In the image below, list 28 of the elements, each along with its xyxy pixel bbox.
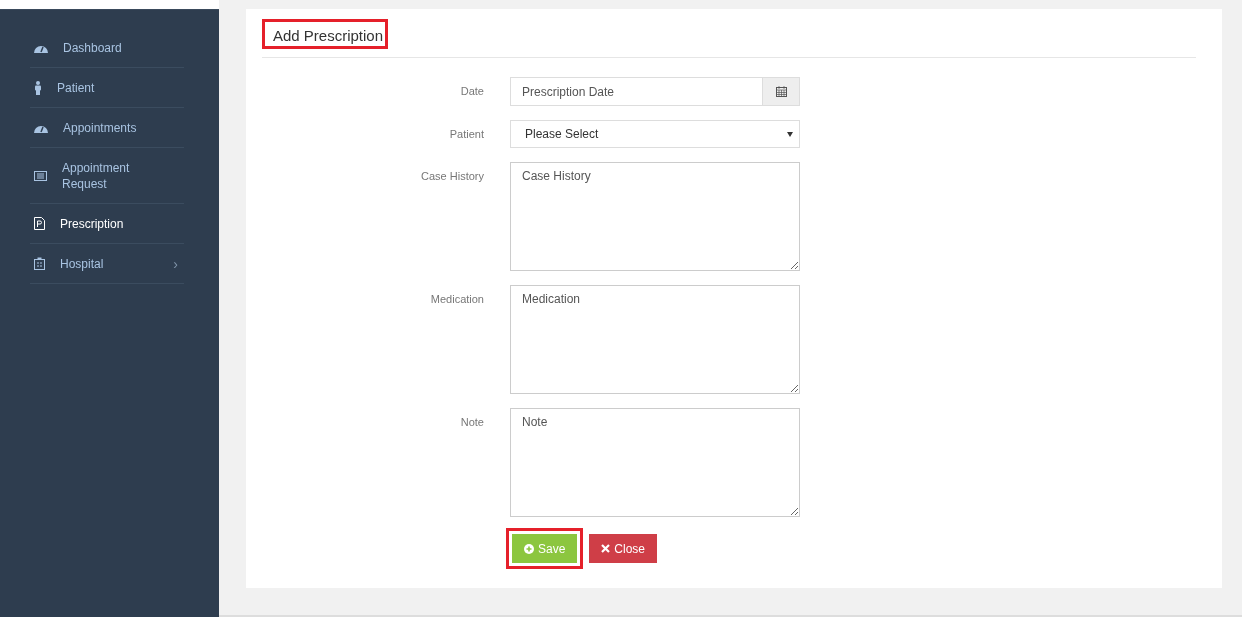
calendar-button[interactable] [762,77,800,106]
hospital-icon [34,257,45,270]
dropdown-caret-icon [787,131,793,137]
list-icon [34,170,47,181]
text-area[interactable]: Note [510,408,800,517]
sidebar-item[interactable]: Hospital › [30,244,184,284]
chevron-icon: › [173,255,178,272]
document-icon [34,217,45,230]
field-label: Patient [448,127,484,140]
text-area[interactable]: Case History [510,162,800,271]
field-label: Medication [429,292,484,305]
date-field[interactable]: Prescription Date [510,77,762,106]
sidebar-item[interactable]: Dashboard [30,28,184,68]
patient-select[interactable]: Please Select [510,120,800,148]
field-label: Note [459,415,484,428]
sidebar-item[interactable]: Patient [30,68,184,108]
field-label: Date [459,84,484,97]
close-button[interactable]: Close [589,534,658,563]
plus-circle-icon [524,543,534,554]
sidebar-item[interactable]: Prescription [30,204,184,244]
person-icon [34,80,42,95]
field-label: Case History [420,169,484,182]
calendar-icon [775,86,787,97]
sidebar-item[interactable]: Appointments [30,108,184,148]
close-icon [601,544,611,553]
form-title: Add Prescription [262,19,389,49]
sidebar-item[interactable]: Appointment Request [30,148,184,204]
text-area[interactable]: Medication [510,285,800,394]
